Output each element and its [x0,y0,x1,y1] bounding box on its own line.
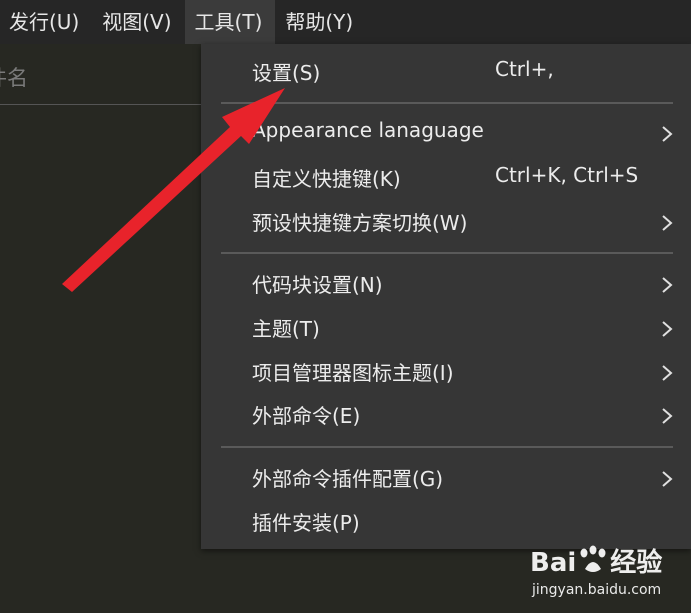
watermark-logo-left: Bai [530,548,577,578]
watermark-site: jingyan.baidu.com [532,582,662,598]
watermark-logo-right: 经验 [610,548,663,578]
watermark: Bai 经验 jingyan.baidu.com [520,532,690,612]
watermark-logo: Bai 经验 [530,542,662,579]
annotation-arrow-icon [62,88,285,292]
paw-icon [580,545,606,572]
